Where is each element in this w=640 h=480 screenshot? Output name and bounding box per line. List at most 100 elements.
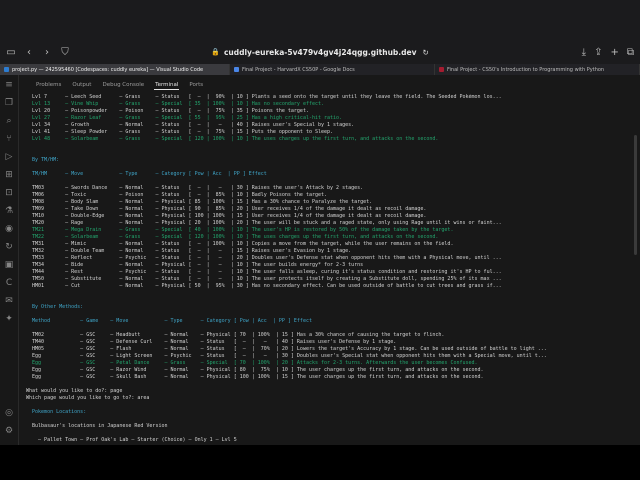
tab-overview-icon[interactable]: ⧉ — [627, 47, 634, 58]
terminal-line: TM34 — Bide — Normal — Physical [ — | — … — [26, 262, 364, 268]
tab-terminal[interactable]: Terminal — [154, 80, 180, 90]
terminal-line: HM05 — GSC — Flash — Normal — Status [ —… — [26, 346, 547, 352]
screen-bottom — [0, 445, 640, 480]
forward-icon[interactable]: › — [40, 47, 54, 58]
terminal-line: By Other Methods: — [26, 304, 84, 310]
remote-explorer-icon[interactable]: ⊡ — [3, 187, 15, 199]
terminal-line: TM02 — GSC — Headbutt — Normal — Physica… — [26, 332, 445, 338]
lock-icon: 🔒 — [211, 48, 220, 56]
terminal-line: Egg — GSC — Light Screen — Psychic — Sta… — [26, 353, 547, 359]
terminal-line: Egg — GSC — Razor Wind — Normal — Physic… — [26, 367, 484, 373]
terminal-line: TM09 — Take Down — Normal — Physical [ 9… — [26, 206, 427, 212]
vscode-favicon-icon — [4, 67, 9, 72]
tab-label: project.py — 242595460 [Codespaces: cudd… — [12, 66, 204, 73]
tab-ports[interactable]: Ports — [188, 80, 204, 90]
tab-debug-console[interactable]: Debug Console — [101, 80, 145, 90]
terminal-line: TM40 — GSC — Defense Curl — Normal — Sta… — [26, 339, 397, 345]
vscode-window: ≡ ❐ ⌕ ⑂ ▷ ⊞ ⊡ ⚗ ◉ ↻ ▣ C ✉ ✦ ◎ ⚙ Problems… — [0, 75, 640, 445]
terminal-line: What would you like to do?: page — [26, 388, 123, 394]
docker-icon[interactable]: ▣ — [3, 259, 15, 271]
terminal-line: TM44 — Rest — Psychic — Status [ — | — |… — [26, 269, 502, 275]
extensions-icon[interactable]: ⊞ — [3, 169, 15, 181]
python-icon[interactable]: ✦ — [3, 313, 15, 325]
source-control-icon[interactable]: ⑂ — [3, 133, 15, 145]
github-icon[interactable]: ◉ — [3, 223, 15, 235]
terminal-line: Lvl 7 — Leech Seed — Grass — Status [ — … — [26, 94, 502, 100]
terminal-scrollbar[interactable] — [634, 135, 637, 255]
terminal-line: TM/HM — Move — Type — Category [ Pow | A… — [26, 171, 267, 177]
terminal-line: TM03 — Swords Dance — Normal — Status [ … — [26, 185, 364, 191]
browser-tab-strip: project.py — 242595460 [Codespaces: cudd… — [0, 64, 640, 75]
share-icon[interactable]: ⇪ — [594, 47, 602, 58]
tab-problems[interactable]: Problems — [35, 80, 62, 90]
terminal-line: Lvl 13 — Vine Whip — Grass — Special [ 3… — [26, 101, 325, 107]
back-icon[interactable]: ‹ — [22, 47, 36, 58]
terminal-line: Egg — GSC — Skull Bash — Normal — Physic… — [26, 374, 484, 380]
menu-icon[interactable]: ≡ — [3, 79, 15, 91]
browser-tab-cs50[interactable]: Final Project - CS50's Introduction to P… — [435, 64, 640, 75]
terminal-line: TM31 — Mimic — Normal — Status [ — | 100… — [26, 241, 454, 247]
shield-icon[interactable]: ⛉ — [58, 47, 72, 58]
sidebar-toggle-icon[interactable]: ▭ — [4, 47, 18, 58]
docs-favicon-icon — [234, 67, 239, 72]
terminal-line: Egg — GSC — Petal Dance — Grass — Specia… — [26, 360, 478, 366]
terminal-line: By TM/HM: — [26, 157, 60, 163]
search-icon[interactable]: ⌕ — [3, 115, 15, 127]
download-icon[interactable]: ⤓ — [582, 47, 586, 58]
browser-toolbar: ▭ ‹ › ⛉ 🔒 cuddly-eureka-5v479v4gv4j24qgg… — [0, 42, 640, 62]
terminal-line: Lvl 48 — Solarbeam — Grass — Special [ 1… — [26, 136, 439, 142]
cs50-icon[interactable]: C — [3, 277, 15, 289]
terminal-line: — Pallet Town — Prof Oak's Lab — Starter… — [26, 437, 237, 442]
new-tab-icon[interactable]: + — [610, 47, 618, 58]
explorer-icon[interactable]: ❐ — [3, 97, 15, 109]
url-text: cuddly-eureka-5v479v4gv4j24qgg.github.de… — [223, 47, 417, 57]
terminal-line: TM10 — Double-Edge — Normal — Physical [… — [26, 213, 427, 219]
terminal-line: Lvl 20 — Poisonpowder — Poison — Status … — [26, 108, 309, 114]
terminal-line: HM01 — Cut — Normal — Physical [ 50 | 95… — [26, 283, 502, 289]
terminal-line: TM06 — Toxic — Poison — Status [ — | 85%… — [26, 192, 328, 198]
browser-tab-vscode[interactable]: project.py — 242595460 [Codespaces: cudd… — [0, 64, 230, 75]
browser-tab-google-docs[interactable]: Final Project - HarvardX CS50P - Google … — [230, 64, 435, 75]
terminal-line: Bulbasaur's locations in Japanese Red Ve… — [26, 423, 168, 429]
address-bar[interactable]: 🔒 cuddly-eureka-5v479v4gv4j24qgg.github.… — [165, 42, 475, 62]
tab-output[interactable]: Output — [71, 80, 92, 90]
run-debug-icon[interactable]: ▷ — [3, 151, 15, 163]
live-share-icon[interactable]: ↻ — [3, 241, 15, 253]
terminal-line: Lvl 41 — Sleep Powder — Grass — Status [… — [26, 129, 334, 135]
tab-label: Final Project - HarvardX CS50P - Google … — [242, 66, 355, 73]
terminal-line: TM20 — Rage — Normal — Physical [ 20 | 1… — [26, 220, 502, 226]
activity-bar: ≡ ❐ ⌕ ⑂ ▷ ⊞ ⊡ ⚗ ◉ ↻ ▣ C ✉ ✦ ◎ ⚙ — [0, 75, 19, 445]
cs50-favicon-icon — [439, 67, 444, 72]
browser-right-tools: ⤓ ⇪ + ⧉ — [582, 42, 634, 62]
chat-icon[interactable]: ✉ — [3, 295, 15, 307]
tab-label: Final Project - CS50's Introduction to P… — [447, 66, 605, 73]
terminal-line: TM50 — Substitute — Normal — Status [ — … — [26, 276, 502, 282]
terminal-line: TM33 — Reflect — Psychic — Status [ — | … — [26, 255, 502, 261]
terminal-line: TM21 — Mega Drain — Grass — Special [ 40… — [26, 227, 454, 233]
terminal-line: TM22 — Solarbeam — Grass — Special [ 120… — [26, 234, 439, 240]
account-icon[interactable]: ◎ — [3, 407, 15, 419]
terminal-line: TM32 — Double Team — Normal — Status [ —… — [26, 248, 352, 254]
reload-icon[interactable]: ↻ — [422, 48, 428, 57]
terminal-line: Pokemon Locations: — [26, 409, 87, 415]
manage-gear-icon[interactable]: ⚙ — [3, 425, 15, 437]
terminal-line: Lvl 27 — Razor Leaf — Grass — Special [ … — [26, 115, 343, 121]
testing-icon[interactable]: ⚗ — [3, 205, 15, 217]
terminal-line: Method — Game — Move — Type — Category [… — [26, 318, 312, 324]
terminal-line: TM08 — Body Slam — Normal — Physical [ 8… — [26, 199, 373, 205]
browser-chrome: ▭ ‹ › ⛉ 🔒 cuddly-eureka-5v479v4gv4j24qgg… — [0, 0, 640, 75]
terminal-output[interactable]: Lvl 7 — Leech Seed — Grass — Status [ — … — [26, 94, 634, 442]
panel-tab-bar: Problems Output Debug Console Terminal P… — [18, 80, 204, 90]
